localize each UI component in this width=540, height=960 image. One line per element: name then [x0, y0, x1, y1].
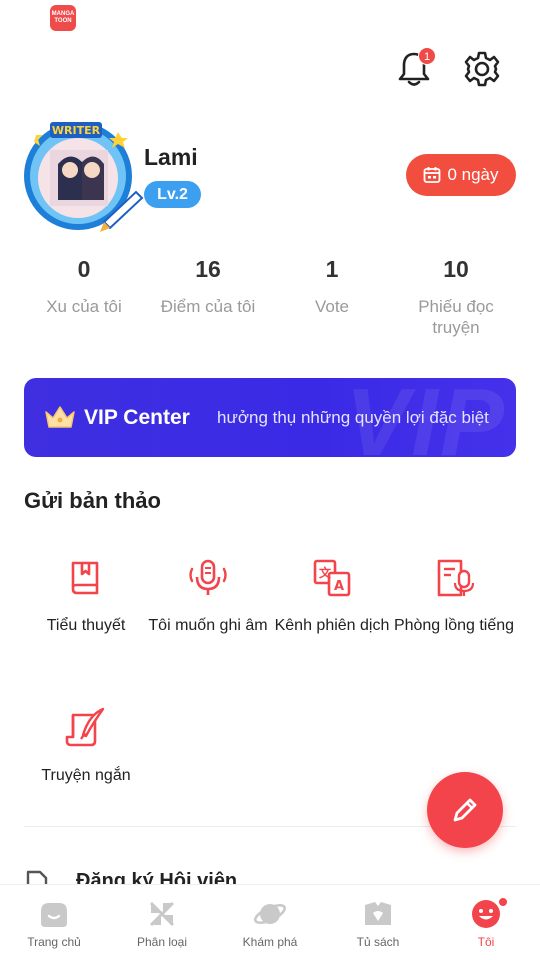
- stat-label: Phiếu đọc truyện: [418, 297, 494, 337]
- app-logo: MANGA TOON: [50, 5, 76, 31]
- stat-value: 1: [325, 256, 339, 282]
- stat-coins[interactable]: 0 Xu của tôi: [22, 256, 146, 338]
- stat-value: 16: [195, 256, 221, 282]
- nav-me[interactable]: Tôi: [432, 885, 540, 960]
- stat-value: 0: [77, 256, 91, 282]
- stats-row: 0 Xu của tôi 16 Điểm của tôi 1 Vote 10 P…: [22, 256, 518, 338]
- nav-bookshelf[interactable]: Tủ sách: [324, 885, 432, 960]
- planet-icon: [253, 904, 287, 924]
- vip-title: VIP Center: [84, 406, 190, 429]
- stat-points[interactable]: 16 Điểm của tôi: [146, 256, 270, 338]
- app-logo-line1: MANGA: [51, 11, 75, 17]
- stat-label: Điểm của tôi: [160, 297, 256, 316]
- grid-label: Kênh phiên dịch: [274, 617, 390, 634]
- nav-category[interactable]: Phân loại: [108, 885, 216, 960]
- stat-label: Xu của tôi: [46, 297, 122, 316]
- home-icon: [41, 903, 67, 927]
- nav-label: Trang chủ: [27, 935, 81, 949]
- bookshelf-icon: [365, 902, 391, 925]
- translate-icon: 文 A: [313, 559, 351, 597]
- calendar-icon: [424, 167, 441, 183]
- crown-icon: [45, 406, 75, 428]
- svg-text:文: 文: [319, 565, 332, 580]
- microphone-icon: [189, 559, 227, 595]
- svg-text:A: A: [334, 579, 344, 594]
- nav-label: Tủ sách: [356, 935, 400, 949]
- submit-dubbing[interactable]: Phòng lồng tiếng: [392, 557, 516, 635]
- avatar-caption: WRITER: [52, 124, 101, 137]
- avatar[interactable]: WRITER: [20, 120, 144, 236]
- username: Lami: [144, 144, 198, 170]
- vip-subtitle: hưởng thụ những quyền lợi đặc biệt: [217, 408, 489, 427]
- pencil-icon: [453, 798, 477, 822]
- book-icon: [71, 561, 99, 595]
- submit-translation[interactable]: 文 A Kênh phiên dịch: [270, 557, 394, 635]
- grid-label: Tôi muốn ghi âm: [148, 617, 268, 634]
- nav-label: Khám phá: [242, 935, 298, 949]
- grid-label: Phòng lồng tiếng: [393, 617, 515, 634]
- checkin-streak-button[interactable]: 0 ngày: [406, 154, 516, 196]
- nav-label: Tôi: [477, 935, 495, 949]
- grid-label: Truyện ngắn: [41, 767, 131, 784]
- dubbing-icon: [437, 559, 475, 597]
- nav-home[interactable]: Trang chủ: [0, 885, 108, 960]
- level-badge[interactable]: Lv.2: [144, 181, 201, 208]
- streak-label: 0 ngày: [447, 165, 499, 184]
- nav-explore[interactable]: Khám phá: [216, 885, 324, 960]
- section-title-submit: Gửi bản thảo: [24, 488, 161, 513]
- app-logo-line2: TOON: [54, 18, 72, 24]
- submit-novel[interactable]: Tiểu thuyết: [24, 557, 148, 635]
- vip-center-banner[interactable]: VIP VIP Center hưởng thụ những quyền lợi…: [24, 378, 516, 457]
- quill-scroll-icon: [65, 707, 105, 747]
- settings-gear-icon[interactable]: [463, 50, 501, 88]
- stat-value: 10: [443, 256, 469, 282]
- nav-notification-dot: [498, 897, 508, 907]
- bottom-navigation: Trang chủ Phân loại Khám phá Tủ sách Tôi: [0, 884, 540, 960]
- submit-short-story[interactable]: Truyện ngắn: [24, 707, 148, 785]
- submit-record[interactable]: Tôi muốn ghi âm: [146, 557, 270, 635]
- stat-vote[interactable]: 1 Vote: [270, 256, 394, 338]
- grid-label: Tiểu thuyết: [46, 617, 126, 634]
- nav-label: Phân loại: [136, 935, 188, 949]
- stat-reading-tickets[interactable]: 10 Phiếu đọc truyện: [394, 256, 518, 338]
- category-icon: [149, 901, 175, 927]
- write-fab-button[interactable]: [427, 772, 503, 848]
- notification-badge: 1: [418, 47, 436, 65]
- stat-label: Vote: [314, 297, 350, 316]
